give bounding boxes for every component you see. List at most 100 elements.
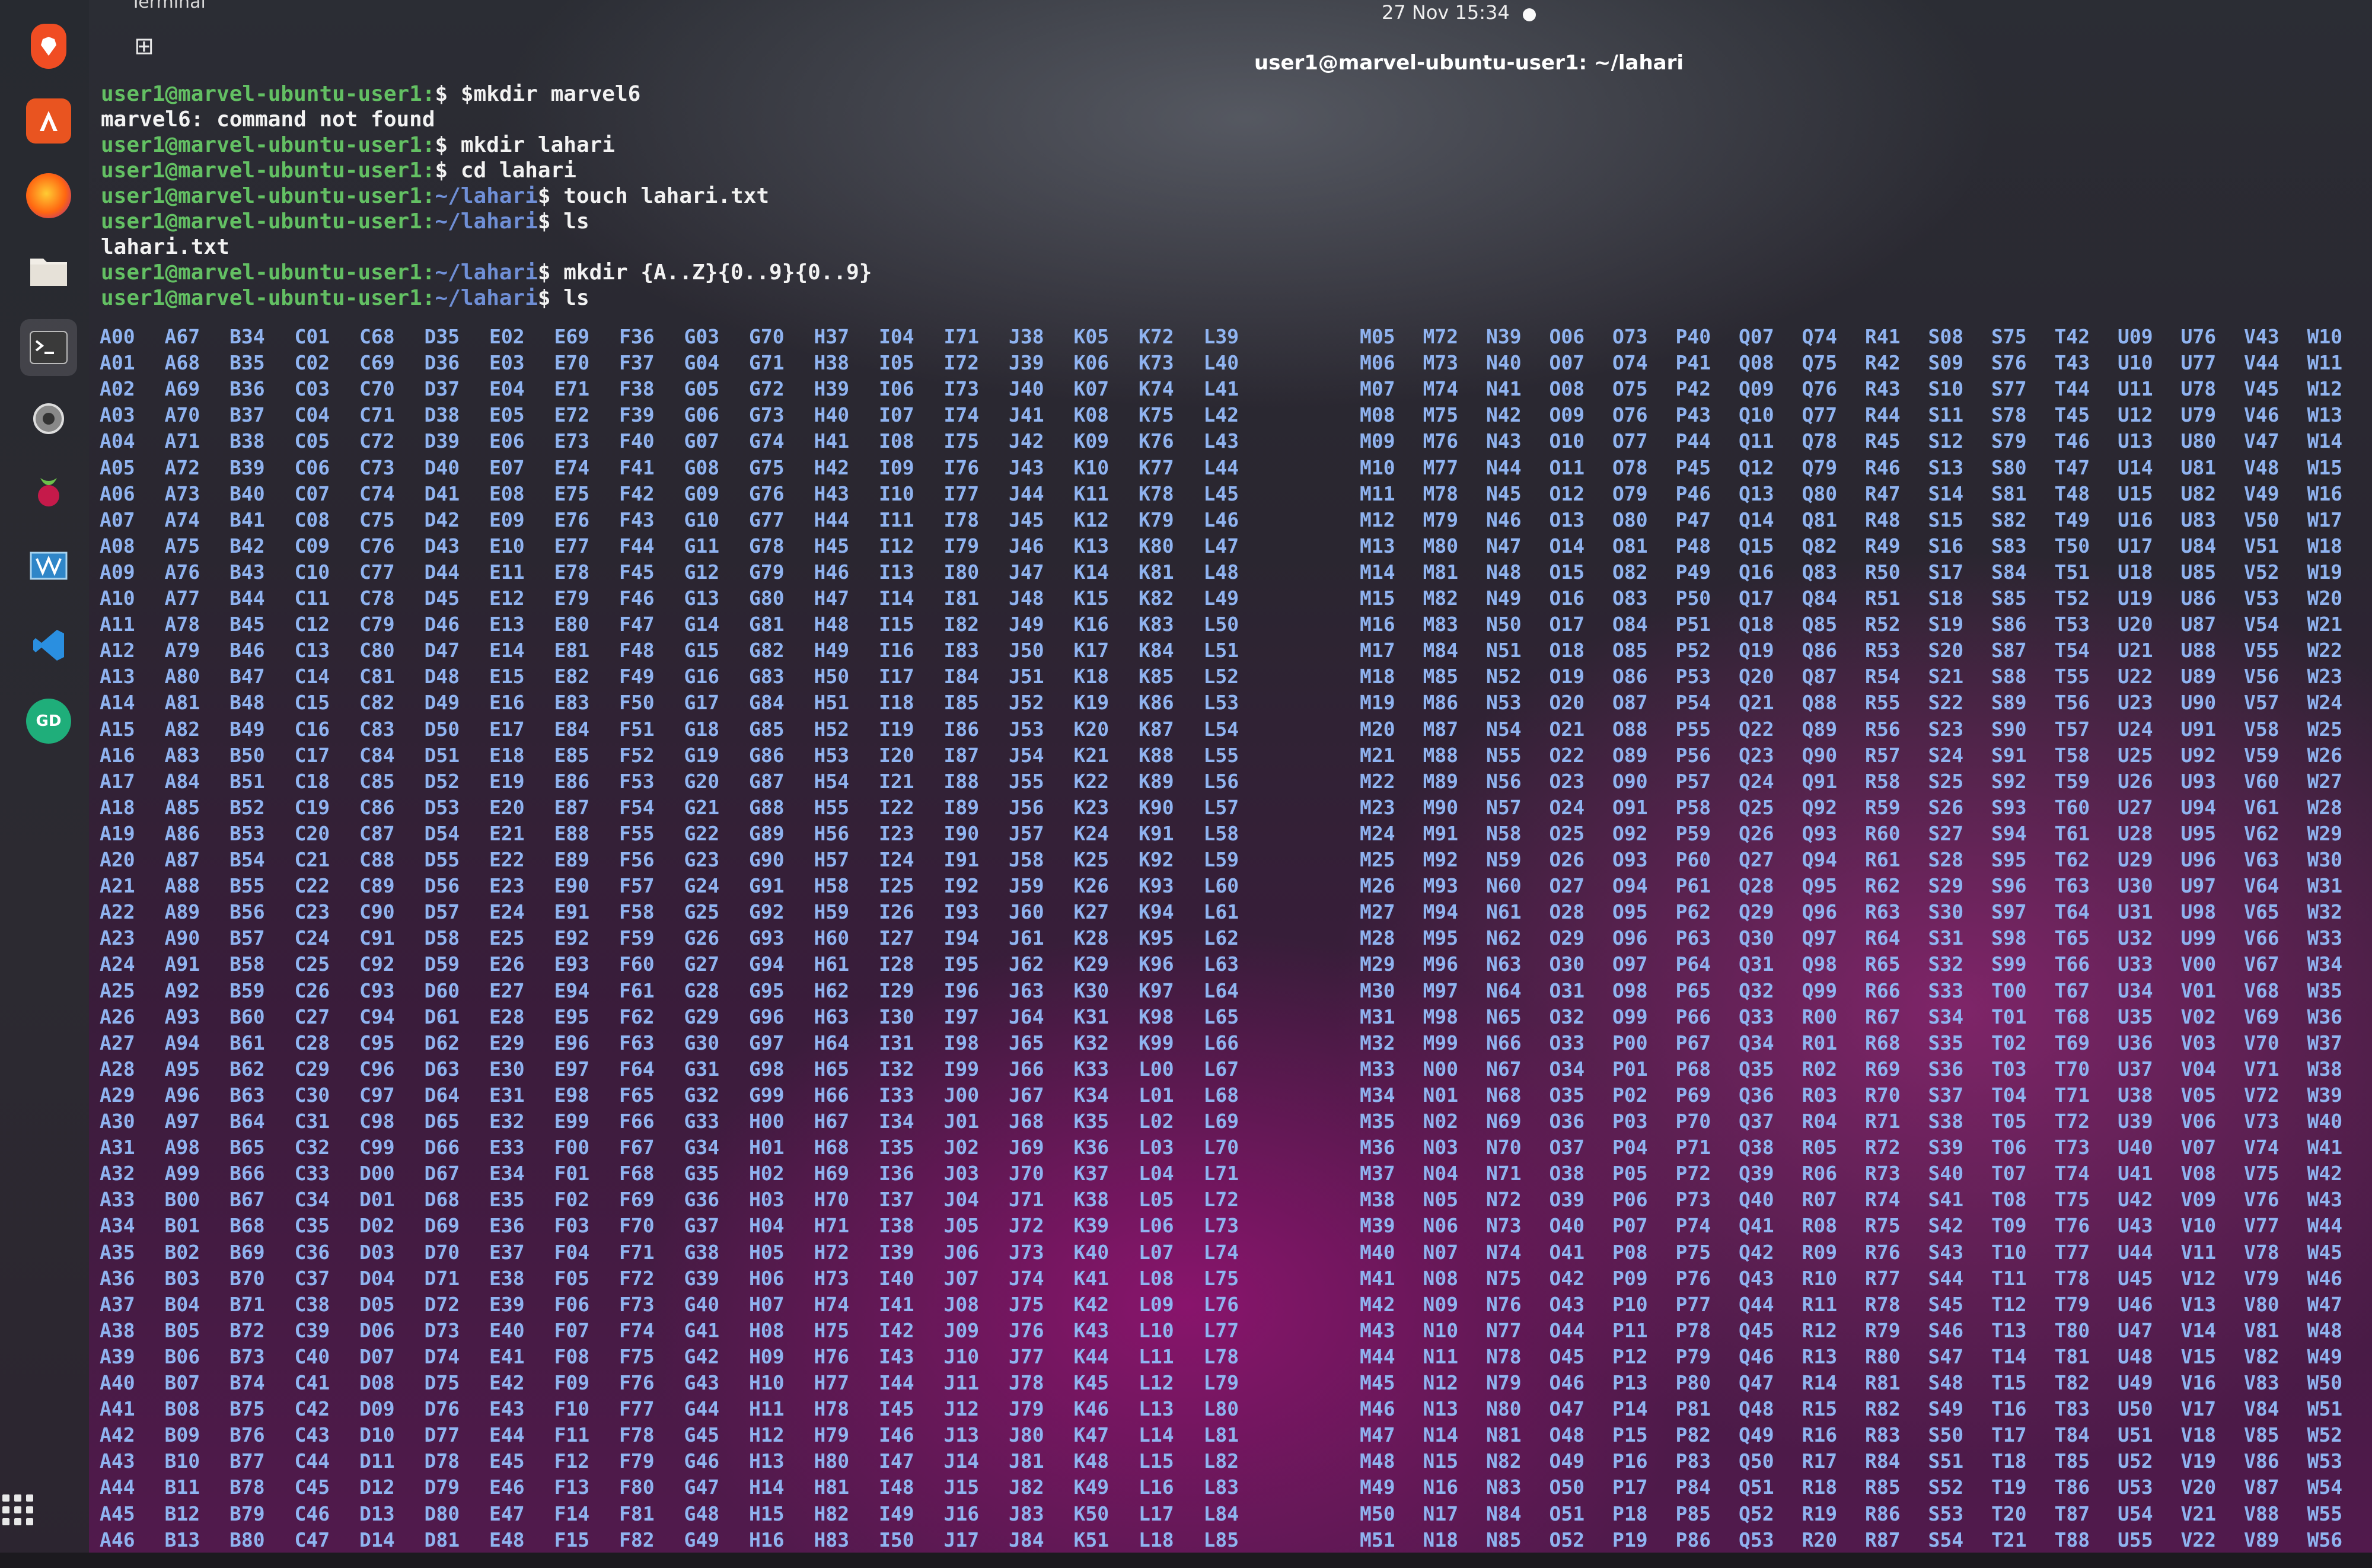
directory-entry: T88 [2054, 1528, 2090, 1551]
directory-entry: P81 [1675, 1397, 1711, 1421]
brave-icon[interactable] [31, 24, 66, 69]
directory-entry: V81 [2244, 1318, 2279, 1342]
directory-entry: E19 [489, 769, 525, 793]
directory-entry: N53 [1486, 691, 1522, 715]
settings-icon[interactable] [26, 396, 71, 441]
directory-entry: A26 [100, 1005, 135, 1028]
vscode-icon[interactable] [26, 623, 71, 668]
directory-entry: W34 [2307, 952, 2343, 976]
directory-entry: W12 [2307, 377, 2343, 401]
directory-entry: T85 [2054, 1449, 2090, 1473]
directory-entry: D47 [424, 639, 460, 662]
directory-entry: C14 [294, 665, 330, 689]
directory-entry: O06 [1549, 325, 1585, 348]
directory-entry: H45 [814, 534, 850, 557]
directory-entry: U49 [2118, 1371, 2153, 1394]
directory-entry: V18 [2180, 1423, 2217, 1447]
directory-entry: K07 [1073, 377, 1110, 401]
directory-entry: H44 [814, 508, 850, 531]
grid-icon[interactable] [2, 1494, 38, 1530]
directory-entry: W30 [2307, 848, 2343, 871]
directory-entry: C76 [359, 534, 395, 557]
directory-entry: O23 [1549, 769, 1585, 793]
directory-entry: O29 [1549, 926, 1585, 950]
directory-entry: P19 [1612, 1528, 1648, 1551]
clock[interactable]: 27 Nov 15:34 [1382, 1, 1510, 24]
directory-entry: L67 [1203, 1057, 1239, 1081]
directory-entry: A91 [164, 952, 200, 976]
directory-entry: K14 [1073, 560, 1110, 584]
directory-entry: V83 [2244, 1371, 2279, 1394]
directory-entry: C44 [294, 1449, 330, 1473]
directory-entry: M82 [1423, 587, 1459, 610]
active-app-label[interactable]: Terminal [130, 0, 206, 12]
directory-entry: Q99 [1802, 979, 1838, 1002]
directory-entry: K28 [1073, 926, 1110, 950]
directory-entry: F07 [554, 1318, 590, 1342]
directory-entry: C15 [294, 691, 330, 715]
directory-entry: F42 [619, 482, 655, 505]
directory-entry: C83 [359, 717, 395, 741]
directory-entry: L06 [1139, 1214, 1174, 1238]
directory-entry: P11 [1612, 1318, 1648, 1342]
directory-entry: I40 [879, 1266, 914, 1290]
terminal-line: user1@marvel-ubuntu-user1:~/lahari$ ls [101, 286, 589, 310]
directory-entry: W46 [2307, 1266, 2343, 1290]
directory-entry: Q12 [1739, 455, 1774, 479]
raspberry-pi-icon[interactable] [26, 469, 71, 514]
firefox-icon[interactable] [26, 173, 71, 218]
directory-entry: O83 [1612, 587, 1648, 610]
files-icon[interactable] [26, 248, 71, 293]
directory-entry: G21 [684, 795, 720, 819]
directory-entry: P04 [1612, 1136, 1648, 1159]
directory-entry: E03 [489, 351, 525, 375]
directory-entry: N77 [1486, 1318, 1522, 1342]
directory-entry: G95 [749, 979, 785, 1002]
vnc-icon[interactable] [26, 546, 71, 591]
directory-entry: D71 [424, 1266, 460, 1290]
directory-entry: T78 [2054, 1266, 2090, 1290]
directory-entry: B06 [164, 1344, 200, 1368]
directory-entry: O17 [1549, 613, 1585, 636]
directory-entry: O50 [1549, 1475, 1585, 1499]
directory-entry: J47 [1009, 560, 1044, 584]
directory-entry: J75 [1009, 1292, 1044, 1316]
directory-entry: J11 [943, 1371, 980, 1394]
directory-entry: D73 [424, 1318, 460, 1342]
directory-entry: O75 [1612, 377, 1648, 401]
new-tab-icon[interactable]: ⊞ [130, 34, 158, 58]
directory-entry: M98 [1423, 1005, 1459, 1028]
directory-entry: D49 [424, 691, 460, 715]
directory-entry: M16 [1360, 613, 1395, 636]
directory-entry: A83 [164, 743, 200, 767]
directory-entry: G49 [684, 1528, 720, 1551]
directory-entry: T86 [2054, 1475, 2090, 1499]
directory-entry: H05 [749, 1240, 785, 1264]
directory-entry: B37 [229, 403, 265, 427]
directory-entry: J56 [1009, 795, 1044, 819]
output-text: marvel6: command not found [101, 107, 435, 132]
directory-entry: U77 [2180, 351, 2217, 375]
sync-icon[interactable]: GD [26, 699, 71, 744]
directory-entry: C01 [294, 325, 330, 348]
directory-entry: R19 [1802, 1502, 1838, 1525]
directory-entry: T21 [1991, 1528, 2027, 1551]
directory-entry: T84 [2054, 1423, 2090, 1447]
directory-entry: W36 [2307, 1005, 2343, 1028]
directory-entry: M47 [1360, 1423, 1395, 1447]
directory-entry: G16 [684, 665, 720, 689]
directory-entry: O80 [1612, 508, 1648, 531]
directory-entry: I50 [879, 1528, 914, 1551]
directory-entry: Q92 [1802, 795, 1838, 819]
directory-entry: J51 [1009, 665, 1044, 689]
directory-entry: E14 [489, 639, 525, 662]
directory-entry: T00 [1991, 979, 2027, 1002]
directory-entry: G79 [749, 560, 785, 584]
directory-entry: N43 [1486, 429, 1522, 453]
directory-entry: D64 [424, 1083, 460, 1107]
directory-entry: K85 [1139, 665, 1174, 689]
directory-entry: M06 [1360, 351, 1395, 375]
terminal-icon[interactable] [20, 319, 77, 376]
directory-entry: B10 [164, 1449, 200, 1473]
app-center-icon[interactable] [26, 98, 71, 144]
